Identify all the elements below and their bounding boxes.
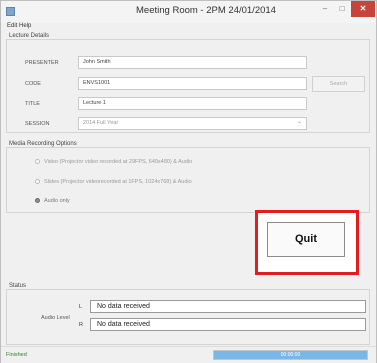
menu-bar[interactable]: Edit Help	[7, 23, 31, 29]
audio-level-label: Audio Level	[41, 315, 70, 321]
radio-audio-only-label: Audio only	[44, 198, 70, 204]
title-label: TITLE	[25, 101, 40, 107]
radio-slides-label: Slides (Projector videorecorded at 1FPS,…	[44, 179, 192, 185]
minimize-button[interactable]: –	[317, 1, 333, 17]
maximize-button[interactable]: □	[334, 1, 350, 17]
radio-audio-only[interactable]: Audio only	[35, 198, 70, 204]
quit-button[interactable]: Quit	[267, 222, 345, 257]
channel-right-label: R	[79, 322, 83, 328]
app-icon	[6, 7, 15, 16]
presenter-field[interactable]: John Smith	[78, 56, 307, 69]
session-label: SESSION	[25, 121, 50, 127]
app-window: Meeting Room - 2PM 24/01/2014 – □ ✕ Edit…	[0, 0, 377, 363]
quit-highlight-box: Quit	[255, 210, 359, 275]
audio-level-left: No data received	[90, 300, 366, 313]
code-label: CODE	[25, 81, 41, 87]
channel-left-label: L	[79, 304, 83, 310]
title-field[interactable]: Lecture 1	[78, 97, 307, 110]
status-text: Finished	[6, 352, 27, 358]
window-title: Meeting Room - 2PM 24/01/2014	[136, 5, 276, 16]
title-bar: Meeting Room - 2PM 24/01/2014 – □ ✕	[1, 1, 376, 23]
radio-slides[interactable]: Slides (Projector videorecorded at 1FPS,…	[35, 179, 192, 185]
search-button[interactable]: Search	[312, 76, 365, 92]
code-field[interactable]: ENVS1001	[78, 77, 307, 90]
audio-level-right: No data received	[90, 318, 366, 331]
presenter-label: PRESENTER	[25, 60, 59, 66]
chevron-down-icon[interactable]: ⌄	[297, 118, 302, 125]
lecture-details-label: Lecture Details	[8, 33, 51, 39]
status-label: Status	[8, 283, 28, 289]
media-options-label: Media Recording Options	[8, 141, 78, 147]
radio-icon[interactable]	[35, 159, 40, 165]
radio-icon[interactable]	[35, 179, 40, 185]
radio-selected-icon[interactable]	[35, 198, 40, 204]
close-button[interactable]: ✕	[351, 1, 375, 17]
radio-video-label: Video (Projector video recorded at 29FPS…	[44, 159, 193, 165]
progress-text: 00:00:00	[280, 352, 301, 358]
session-dropdown[interactable]: 2014 Full Year	[78, 117, 307, 130]
progress-bar: 00:00:00	[213, 350, 368, 360]
radio-video[interactable]: Video (Projector video recorded at 29FPS…	[35, 159, 192, 165]
